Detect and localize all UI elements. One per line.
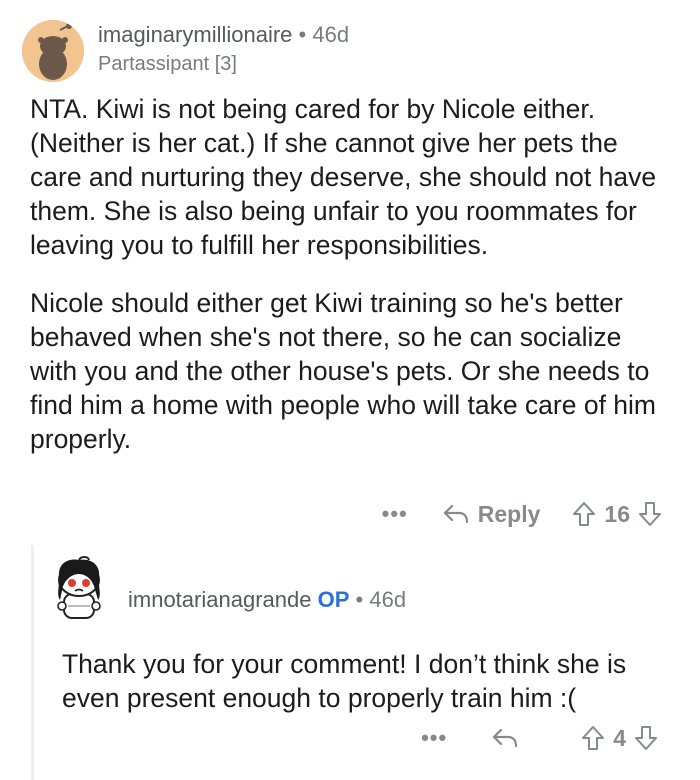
comment-body: Thank you for your comment! I don’t thin… — [62, 647, 672, 715]
avatar[interactable] — [22, 20, 84, 82]
reply-button[interactable]: Reply — [442, 500, 541, 528]
avatar[interactable] — [48, 556, 110, 622]
snoo-avatar-icon — [22, 20, 84, 82]
downvote-icon[interactable] — [634, 725, 658, 751]
comment-age: 46d — [312, 22, 350, 47]
comment-meta: imaginarymillionaire • 46d — [98, 22, 349, 48]
reply-label: Reply — [477, 500, 541, 527]
reply-arrow-icon — [443, 504, 468, 524]
thread-line[interactable] — [31, 545, 34, 780]
comment-meta: imnotarianagrande OP • 46d — [128, 587, 406, 613]
reply-button[interactable] — [491, 726, 527, 750]
more-options-button[interactable]: ••• — [421, 725, 447, 751]
comment-paragraph: Thank you for your comment! I don’t thin… — [62, 649, 627, 713]
username[interactable]: imaginarymillionaire — [98, 22, 292, 47]
username[interactable]: imnotarianagrande — [128, 587, 311, 612]
vote-controls: 4 — [581, 725, 658, 752]
downvote-icon[interactable] — [638, 501, 662, 527]
meta-separator: • — [298, 22, 307, 47]
vote-count: 4 — [613, 724, 626, 751]
meta-separator: • — [355, 587, 364, 612]
comment-paragraph: Nicole should either get Kiwi training s… — [30, 288, 656, 454]
op-badge: OP — [317, 587, 350, 612]
vote-controls: 16 — [572, 501, 662, 528]
comment-body: NTA. Kiwi is not being cared for by Nico… — [30, 92, 670, 480]
upvote-icon[interactable] — [581, 725, 605, 751]
comment-actions: ••• Reply 16 — [382, 496, 662, 532]
user-flair: Partassipant [3] — [98, 53, 237, 75]
snoo-avatar-icon — [57, 556, 101, 619]
vote-count: 16 — [604, 500, 630, 527]
upvote-icon[interactable] — [572, 501, 596, 527]
more-options-button[interactable]: ••• — [382, 501, 408, 527]
comment-age: 46d — [369, 587, 407, 612]
reply-arrow-icon — [493, 728, 518, 748]
comment-actions: ••• 4 — [421, 720, 658, 756]
comment-paragraph: NTA. Kiwi is not being cared for by Nico… — [30, 94, 657, 260]
